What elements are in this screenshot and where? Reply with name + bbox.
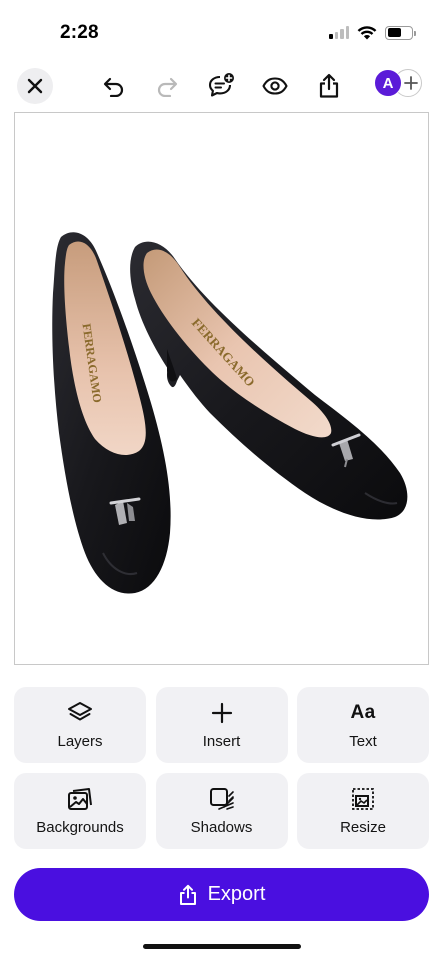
wifi-icon xyxy=(357,26,377,40)
design-canvas[interactable]: FERRAGAMO FERRAGAMO xyxy=(14,112,429,665)
preview-button[interactable] xyxy=(257,68,293,104)
shoes-image: FERRAGAMO FERRAGAMO xyxy=(52,232,408,594)
resize-button[interactable]: Resize xyxy=(297,773,429,849)
text-button[interactable]: Aa Text xyxy=(297,687,429,763)
collaborators: A xyxy=(374,69,426,99)
resize-icon xyxy=(349,786,377,812)
avatar[interactable]: A xyxy=(374,69,402,97)
share-button[interactable] xyxy=(311,68,347,104)
resize-label: Resize xyxy=(340,819,386,836)
status-icons xyxy=(329,25,416,40)
redo-button[interactable] xyxy=(149,68,185,104)
shadows-button[interactable]: Shadows xyxy=(155,773,288,849)
status-time: 2:28 xyxy=(60,22,99,43)
insert-button[interactable]: Insert xyxy=(155,687,288,763)
export-label: Export xyxy=(207,883,266,905)
plus-icon xyxy=(208,700,236,726)
editor-toolbar: A xyxy=(0,64,443,108)
eye-icon xyxy=(262,77,288,95)
backgrounds-button[interactable]: Backgrounds xyxy=(14,773,146,849)
layers-icon xyxy=(66,700,94,726)
battery-icon xyxy=(385,25,416,40)
comment-add-icon xyxy=(208,73,234,97)
close-button[interactable] xyxy=(17,68,53,104)
status-bar: 2:28 xyxy=(0,0,443,62)
text-label: Text xyxy=(349,733,377,750)
insert-label: Insert xyxy=(202,733,241,750)
redo-icon xyxy=(157,77,178,97)
undo-icon xyxy=(103,77,124,97)
plus-icon xyxy=(404,76,418,90)
share-icon xyxy=(179,884,196,905)
layers-label: Layers xyxy=(57,733,103,750)
layers-button[interactable]: Layers xyxy=(14,687,146,763)
shadows-icon xyxy=(208,786,236,812)
tool-grid: Layers Insert Aa Text Backgrounds Shadow… xyxy=(14,687,429,849)
close-icon xyxy=(27,78,43,94)
home-indicator[interactable] xyxy=(143,944,301,949)
export-button[interactable]: Export xyxy=(14,868,429,921)
share-icon xyxy=(319,73,339,98)
comment-button[interactable] xyxy=(203,68,239,104)
backgrounds-label: Backgrounds xyxy=(36,819,124,836)
shadows-label: Shadows xyxy=(190,819,253,836)
text-aa-icon: Aa xyxy=(350,702,376,723)
undo-button[interactable] xyxy=(96,68,132,104)
cellular-signal-icon xyxy=(329,26,349,39)
backgrounds-icon xyxy=(66,786,94,812)
